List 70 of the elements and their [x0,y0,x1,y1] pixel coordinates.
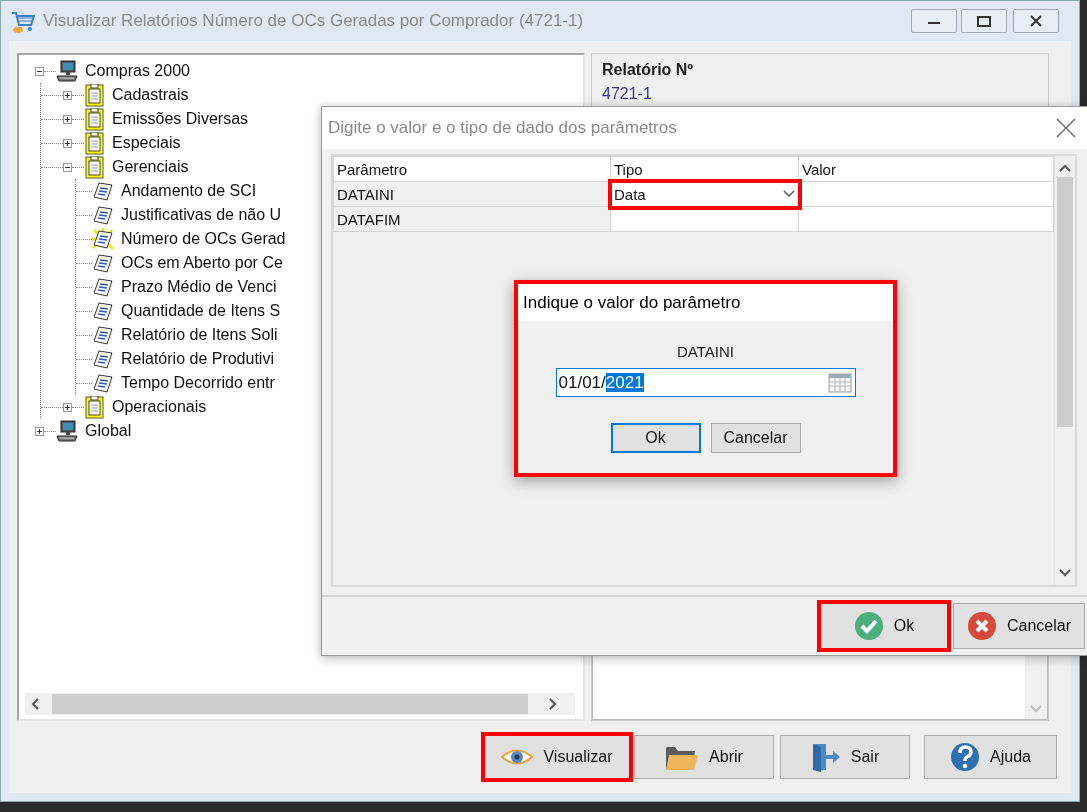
tree-item[interactable]: Operacionais [110,397,209,417]
close-icon [1030,15,1042,27]
type-dropdown[interactable]: Data [610,181,799,207]
close-icon [1056,118,1076,138]
collapse-icon[interactable] [35,66,44,76]
tree-item[interactable]: Tempo Decorrido entr [119,373,277,393]
open-button[interactable]: Abrir [634,735,774,779]
table-cell: DATAINI [333,181,611,207]
maximize-button[interactable] [961,9,1007,33]
clipboard-icon [84,155,105,179]
tree-item[interactable]: Relatório de Produtivi [119,349,276,369]
column-header: Tipo [610,156,799,182]
cancel-button[interactable]: Cancelar [710,423,801,453]
column-header: Parâmetro [333,156,611,182]
expand-icon[interactable] [35,426,44,436]
chevron-icon [783,190,795,198]
parameter-label: DATAINI [677,343,734,360]
clipboard-icon [84,107,105,131]
minimize-button[interactable] [911,9,957,33]
expand-icon[interactable] [63,138,72,148]
scroll-left-icon [31,698,40,710]
expand-icon[interactable] [63,402,72,412]
tree-item[interactable]: Relatório de Itens Soli [119,325,280,345]
cancel-button[interactable]: Cancelar [953,603,1085,649]
check-icon [853,611,884,641]
clipboard-icon [84,131,105,155]
clipboard-icon [84,395,105,419]
tree-item[interactable]: Emissões Diversas [110,109,251,129]
computer-icon [56,420,78,442]
tree-item[interactable]: OCs em Aberto por Ce [119,253,285,273]
calendar-icon [827,371,852,394]
scrollbar[interactable] [25,693,575,715]
tree-item[interactable]: Justificativas de não U [119,205,284,225]
computer-icon [56,60,78,82]
scroll-right-icon [548,698,557,710]
table-cell: DATAFIM [333,206,611,232]
ok-button[interactable]: Ok [610,423,701,453]
close-button[interactable] [1013,9,1059,33]
cancel-icon [967,611,997,641]
tree-item[interactable]: Quantidade de Itens S [119,301,283,321]
exit-icon [810,741,841,773]
help-icon [950,742,981,772]
tree-item[interactable]: Cadastrais [110,85,191,105]
help-button[interactable]: Ajuda [924,735,1057,779]
expand-icon[interactable] [63,114,72,124]
tree-item[interactable]: Gerenciais [110,157,191,177]
tree-item[interactable]: Compras 2000 [83,61,192,81]
scroll-up-icon [1059,164,1071,173]
tree-item[interactable]: Número de OCs Gerad [119,229,288,249]
report-number: 4721-1 [602,85,653,103]
scrollbar[interactable] [1054,156,1075,585]
column-header: Valor [798,156,1054,182]
tree-item[interactable]: Prazo Médio de Venci [119,277,279,297]
tree-item[interactable]: Global [83,421,134,441]
dialog-title: Digite o valor e o tipo de dado dos parâmetros [328,118,677,138]
exit-button[interactable]: Sair [780,735,910,779]
tree-item[interactable]: Andamento de SCI [119,181,259,201]
tree-item[interactable]: Especiais [110,133,183,153]
cart-icon [11,9,35,33]
collapse-icon[interactable] [63,162,72,172]
view-button[interactable]: Visualizar [484,735,630,779]
ok-button[interactable]: Ok [820,603,948,649]
window-title: Visualizar Relatórios Número de OCs Geradas por Comprador (4721-1) [43,11,584,31]
scroll-down-icon [1059,568,1071,577]
clipboard-icon [84,83,105,107]
maximize-icon [977,15,991,27]
expand-icon[interactable] [63,90,72,100]
dialog-title: Indique o valor do parâmetro [518,284,893,321]
scroll-down-icon [1030,704,1042,713]
field-label: Relatório Nº [602,61,695,79]
